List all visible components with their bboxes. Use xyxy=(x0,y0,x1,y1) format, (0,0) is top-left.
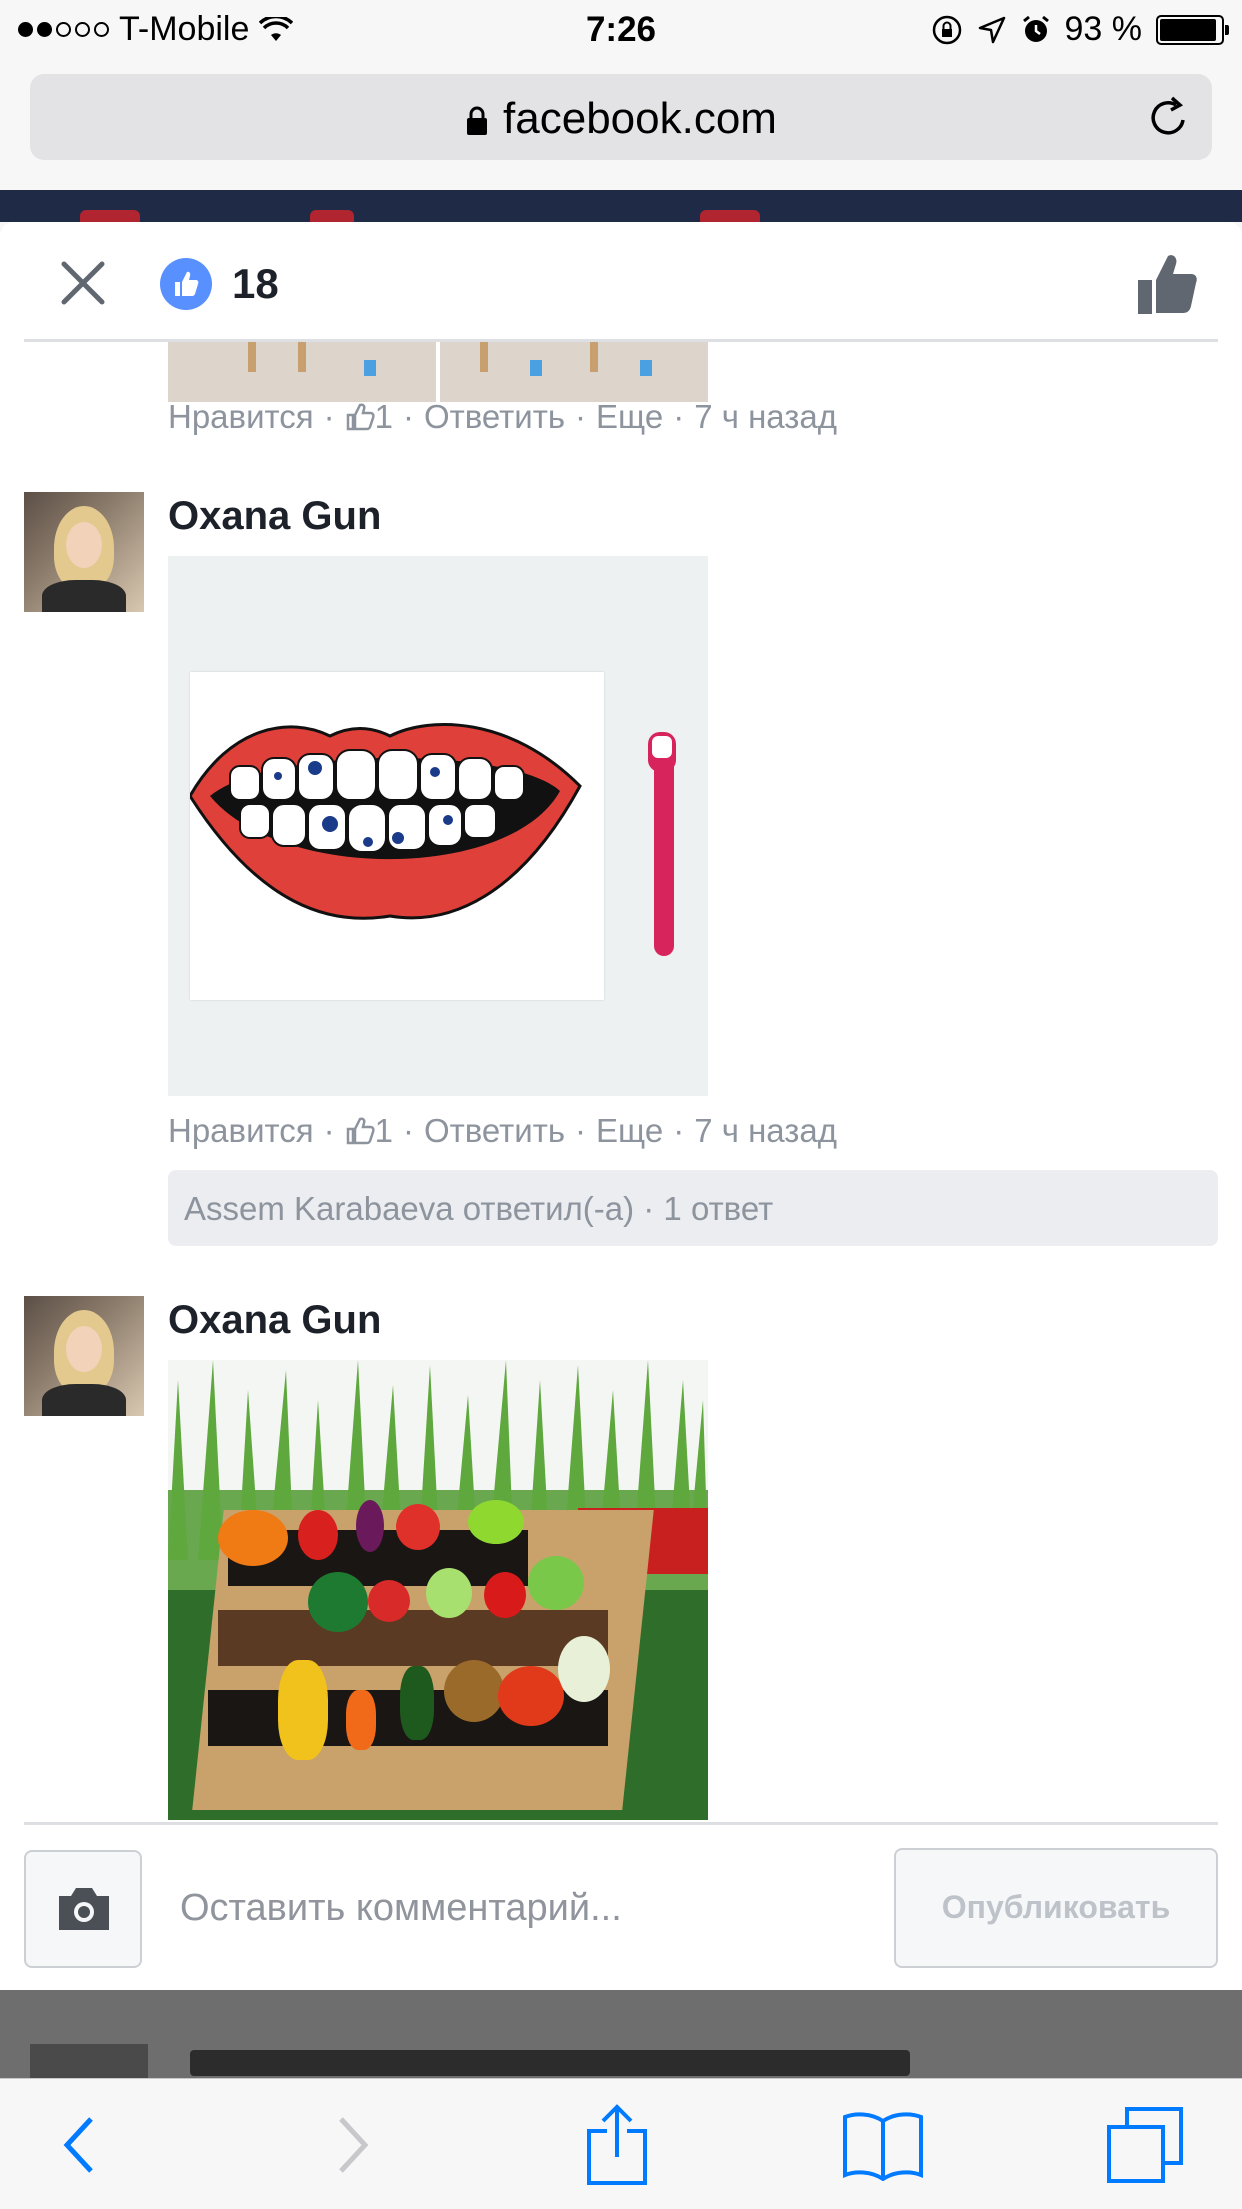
tabs-icon xyxy=(1107,2107,1183,2183)
like-reaction-icon xyxy=(160,258,212,310)
avatar[interactable] xyxy=(24,1296,144,1416)
comment-2-actions: Нравится · 1 · Ответить · Еще · 7 ч назад xyxy=(168,1112,838,1149)
status-bar: T-Mobile 7:26 93 % xyxy=(0,0,1242,62)
comment-photo-garden[interactable] xyxy=(168,1360,708,1820)
more-link[interactable]: Еще xyxy=(596,398,663,435)
bookmarks-icon xyxy=(843,2112,923,2181)
replies-summary[interactable]: Assem Karabaeva ответил(-а) · 1 ответ xyxy=(168,1170,1218,1246)
teeth-drawing xyxy=(190,723,582,920)
bookmarks-button[interactable] xyxy=(838,2103,928,2187)
like-count-small[interactable]: 1 xyxy=(375,398,393,435)
comment-author[interactable]: Oxana Gun xyxy=(168,494,381,539)
comment-author[interactable]: Oxana Gun xyxy=(168,1298,381,1343)
reply-link[interactable]: Ответить xyxy=(424,1112,565,1149)
publish-button[interactable]: Опубликовать xyxy=(894,1848,1218,1968)
comment-composer: Опубликовать xyxy=(0,1822,1242,1990)
comment-time: 7 ч назад xyxy=(694,1112,838,1149)
lock-icon xyxy=(467,106,488,136)
forward-button[interactable] xyxy=(308,2103,398,2187)
comment-input[interactable] xyxy=(180,1878,870,1938)
comment-time: 7 ч назад xyxy=(694,398,838,435)
forward-icon xyxy=(339,2117,369,2173)
camera-icon xyxy=(59,1888,109,1930)
close-icon[interactable] xyxy=(56,256,110,310)
background-feed xyxy=(0,1990,1242,2084)
battery-percent: 93 % xyxy=(1064,10,1143,48)
like-count-small[interactable]: 1 xyxy=(375,1112,393,1149)
replies-summary-text: Assem Karabaeva ответил(-а) · 1 ответ xyxy=(184,1190,774,1227)
like-button-icon[interactable] xyxy=(1136,250,1198,316)
status-right: 93 % xyxy=(931,10,1229,49)
more-link[interactable]: Еще xyxy=(596,1112,663,1149)
thumbs-up-icon xyxy=(346,403,375,431)
reload-icon[interactable] xyxy=(1146,94,1190,140)
comment-1-actions: Нравится · 1 · Ответить · Еще · 7 ч назад xyxy=(168,398,838,435)
modal-header: 18 xyxy=(0,222,1242,342)
browser-toolbar xyxy=(0,2078,1242,2209)
back-icon xyxy=(63,2117,93,2173)
like-count[interactable]: 18 xyxy=(232,260,279,308)
camera-button[interactable] xyxy=(24,1850,142,1968)
tabs-button[interactable] xyxy=(1100,2103,1190,2187)
share-button[interactable] xyxy=(572,2103,662,2187)
thumbs-up-icon xyxy=(346,1117,375,1145)
like-link[interactable]: Нравится xyxy=(168,398,314,435)
comment-photo-teeth[interactable] xyxy=(168,556,708,1096)
facebook-header-strip xyxy=(0,190,1242,222)
share-icon xyxy=(587,2104,647,2185)
avatar[interactable] xyxy=(24,492,144,612)
like-link[interactable]: Нравится xyxy=(168,1112,314,1149)
alarm-icon xyxy=(1022,15,1049,42)
comments-content: Нравится · 1 · Ответить · Еще · 7 ч назад Oxana … xyxy=(0,342,1242,1822)
reply-link[interactable]: Ответить xyxy=(424,398,565,435)
battery-icon xyxy=(1156,14,1229,45)
url-text: facebook.com xyxy=(503,94,777,143)
rotation-lock-icon xyxy=(932,15,961,44)
address-bar[interactable]: facebook.com xyxy=(30,74,1212,160)
address-bar-container: facebook.com xyxy=(0,62,1242,190)
location-icon xyxy=(978,16,1005,43)
back-button[interactable] xyxy=(34,2103,124,2187)
